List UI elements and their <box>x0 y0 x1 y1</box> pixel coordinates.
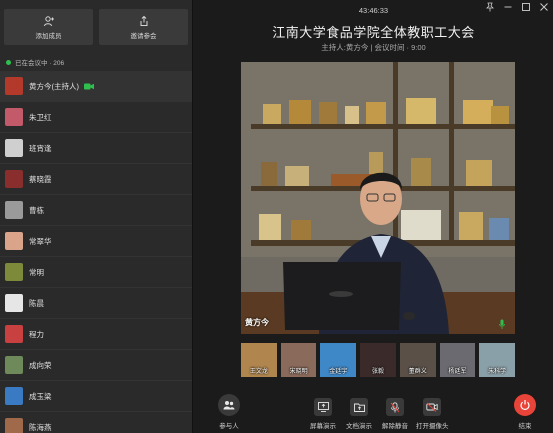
participant-thumbnails: 王文龙 宋晓明 金廷宇 张毅 董群义 杨廷军 朱科学 <box>241 343 516 377</box>
member-list-item[interactable]: 成向荣 <box>0 350 192 381</box>
end-meeting-button[interactable]: 结束 <box>514 394 536 430</box>
member-list-item[interactable]: 曹栋 <box>0 195 192 226</box>
screen-share-label: 屏幕演示 <box>310 423 336 430</box>
maximize-icon[interactable] <box>521 2 531 12</box>
online-dot <box>6 59 11 65</box>
camera-button[interactable]: 打开摄像头 <box>416 398 449 430</box>
member-name: 曹栋 <box>29 205 44 215</box>
participant-sidebar: 添加成员 邀请参会 已在会议中 · 206 黄方今(主持人) 朱卫红班宵逢蔡晓霞曹… <box>0 0 193 433</box>
member-list: 黄方今(主持人) 朱卫红班宵逢蔡晓霞曹栋常翠华常明陈晨程力成向荣成玉梁陈海燕 <box>0 71 192 433</box>
screen-share-button[interactable]: 屏幕演示 <box>310 398 336 430</box>
invite-button[interactable]: 邀请参会 <box>99 9 188 45</box>
member-list-item[interactable]: 黄方今(主持人) <box>0 71 192 102</box>
meeting-title: 江南大学食品学院全体教职工大会 <box>272 25 475 40</box>
participant-thumbnail[interactable]: 董群义 <box>399 343 436 377</box>
thumbnail-name: 宋晓明 <box>289 369 308 375</box>
participant-thumbnail[interactable]: 朱科学 <box>479 343 516 377</box>
unmute-label: 解除静音 <box>382 423 408 430</box>
avatar <box>5 263 23 281</box>
member-name: 朱卫红 <box>29 112 52 122</box>
unmute-button[interactable]: 解除静音 <box>382 398 408 430</box>
doc-share-label: 文档演示 <box>346 423 372 430</box>
window-controls <box>485 2 549 12</box>
participant-thumbnail[interactable]: 王文龙 <box>241 343 277 377</box>
member-name: 程力 <box>29 329 44 339</box>
avatar <box>5 170 23 188</box>
meeting-main: 43:46:33 江南大学食品学院全体教职工大会 主持人:黄方今 | 会议时间 … <box>194 0 553 433</box>
member-name: 黄方今(主持人) <box>29 81 79 91</box>
avatar <box>5 325 23 343</box>
pin-icon[interactable] <box>485 2 495 12</box>
thumbnail-name: 王文龙 <box>249 369 268 375</box>
meeting-toolbar: 参与人 屏幕演示 文档演示 解除静音 打开摄像头 结束 <box>194 388 553 433</box>
mic-active-icon <box>499 319 505 329</box>
add-member-button[interactable]: 添加成员 <box>4 9 93 45</box>
screen-share-icon <box>317 402 329 412</box>
member-list-item[interactable]: 程力 <box>0 319 192 350</box>
member-name: 成玉梁 <box>29 391 52 401</box>
folder-icon <box>353 403 365 412</box>
avatar <box>5 356 23 374</box>
close-icon[interactable] <box>539 2 549 12</box>
member-list-item[interactable]: 常翠华 <box>0 226 192 257</box>
participants-icon <box>223 401 235 410</box>
minimize-icon[interactable] <box>503 2 513 12</box>
thumbnail-name: 金廷宇 <box>329 369 348 375</box>
add-member-label: 添加成员 <box>35 32 62 40</box>
avatar <box>5 139 23 157</box>
thumbnail-name: 朱科学 <box>488 369 507 375</box>
participant-thumbnail[interactable]: 金廷宇 <box>320 343 357 377</box>
end-meeting-label: 结束 <box>518 423 532 430</box>
participant-thumbnail[interactable]: 张毅 <box>360 343 396 377</box>
member-name: 常翠华 <box>29 236 52 246</box>
member-list-item[interactable]: 常明 <box>0 257 192 288</box>
member-list-item[interactable]: 陈晨 <box>0 288 192 319</box>
member-list-item[interactable]: 朱卫红 <box>0 102 192 133</box>
speaker-name-label: 黄方今 <box>245 318 269 327</box>
camera-off-icon <box>426 402 438 412</box>
invite-label: 邀请参会 <box>130 32 157 40</box>
participant-thumbnail[interactable]: 杨廷军 <box>439 343 476 377</box>
member-name: 蔡晓霞 <box>29 174 52 184</box>
avatar <box>5 387 23 405</box>
member-name: 陈晨 <box>29 298 44 308</box>
participant-thumbnail[interactable]: 宋晓明 <box>280 343 317 377</box>
participants-button[interactable]: 参与人 <box>218 394 240 430</box>
meeting-subtitle: 主持人:黄方今 | 会议时间 · 9:00 <box>321 43 426 52</box>
sidebar-actions: 添加成员 邀请参会 <box>0 0 192 45</box>
avatar <box>5 418 23 433</box>
avatar <box>5 201 23 219</box>
avatar <box>5 232 23 250</box>
camera-label: 打开摄像头 <box>416 423 449 430</box>
mic-muted-icon <box>390 401 400 412</box>
power-icon <box>520 400 530 410</box>
thumbnail-name: 杨廷军 <box>448 369 467 375</box>
thumbnail-name: 张毅 <box>372 369 385 375</box>
member-list-item[interactable]: 蔡晓霞 <box>0 164 192 195</box>
speaker-video[interactable]: 黄方今 <box>241 62 515 334</box>
in-meeting-status: 已在会议中 · 206 <box>0 45 192 71</box>
camera-on-icon <box>84 83 94 89</box>
avatar <box>5 294 23 312</box>
speaker-video-frame <box>241 62 515 334</box>
member-list-item[interactable]: 班宵逢 <box>0 133 192 164</box>
member-list-item[interactable]: 成玉梁 <box>0 381 192 412</box>
member-name: 常明 <box>29 267 44 277</box>
share-icon <box>140 15 147 26</box>
member-name: 成向荣 <box>29 360 52 370</box>
doc-share-button[interactable]: 文档演示 <box>346 398 372 430</box>
avatar <box>5 77 23 95</box>
member-name: 陈海燕 <box>29 422 52 432</box>
avatar <box>5 108 23 126</box>
participants-label: 参与人 <box>219 423 239 430</box>
in-meeting-count: 已在会议中 · 206 <box>15 60 65 67</box>
member-name: 班宵逢 <box>29 143 52 153</box>
thumbnail-name: 董群义 <box>408 369 427 375</box>
member-list-item[interactable]: 陈海燕 <box>0 412 192 433</box>
add-person-icon <box>43 15 54 26</box>
